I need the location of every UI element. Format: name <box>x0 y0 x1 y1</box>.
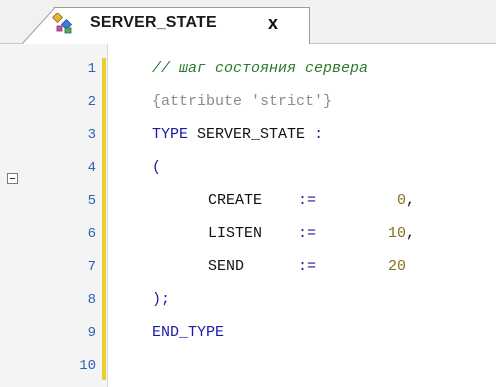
member-name: CREATE <box>208 192 263 209</box>
line-number: 5 <box>87 193 96 209</box>
member-value: 10 <box>388 225 407 242</box>
line-number: 1 <box>87 61 96 77</box>
member-value: 20 <box>388 258 407 275</box>
type-name: SERVER_STATE <box>197 126 306 143</box>
tab-slant-edge <box>22 7 56 44</box>
change-marker-bar <box>102 58 106 380</box>
fold-collapse-icon[interactable] <box>7 173 18 184</box>
member-value: 0 <box>396 192 406 209</box>
tab-title[interactable]: SERVER_STATE <box>90 14 217 32</box>
type-colon: : <box>314 126 324 143</box>
member-name: SEND <box>208 258 245 275</box>
code-editor[interactable]: 1 2 3 4 5 6 7 8 9 10 // шаг состояния се… <box>0 44 496 387</box>
dut-type-icon <box>52 13 73 34</box>
member-name: LISTEN <box>208 225 263 242</box>
code-line-comment: // шаг состояния сервера <box>152 60 369 77</box>
assign-operator: := <box>298 225 317 242</box>
code-line-close-paren: ); <box>152 291 171 308</box>
code-line-attribute: {attribute 'strict'} <box>152 93 333 110</box>
keyword-type: TYPE <box>152 126 189 143</box>
gutter-separator <box>107 44 108 387</box>
line-number: 6 <box>87 226 96 242</box>
line-number: 2 <box>87 94 96 110</box>
tab-bar: SERVER_STATE x <box>0 0 496 44</box>
close-icon[interactable]: x <box>268 13 278 33</box>
line-number: 3 <box>87 127 96 143</box>
line-number: 10 <box>79 358 96 374</box>
member-comma: , <box>406 225 416 242</box>
assign-operator: := <box>298 258 317 275</box>
code-line-end-type: END_TYPE <box>152 324 225 341</box>
assign-operator: := <box>298 192 317 209</box>
line-number: 4 <box>87 160 96 176</box>
member-comma: , <box>406 192 416 209</box>
code-line-type-decl: TYPE SERVER_STATE : <box>152 126 323 144</box>
line-number: 9 <box>87 325 96 341</box>
code-line-open-paren: ( <box>152 159 162 176</box>
line-number: 7 <box>87 259 96 275</box>
line-number: 8 <box>87 292 96 308</box>
